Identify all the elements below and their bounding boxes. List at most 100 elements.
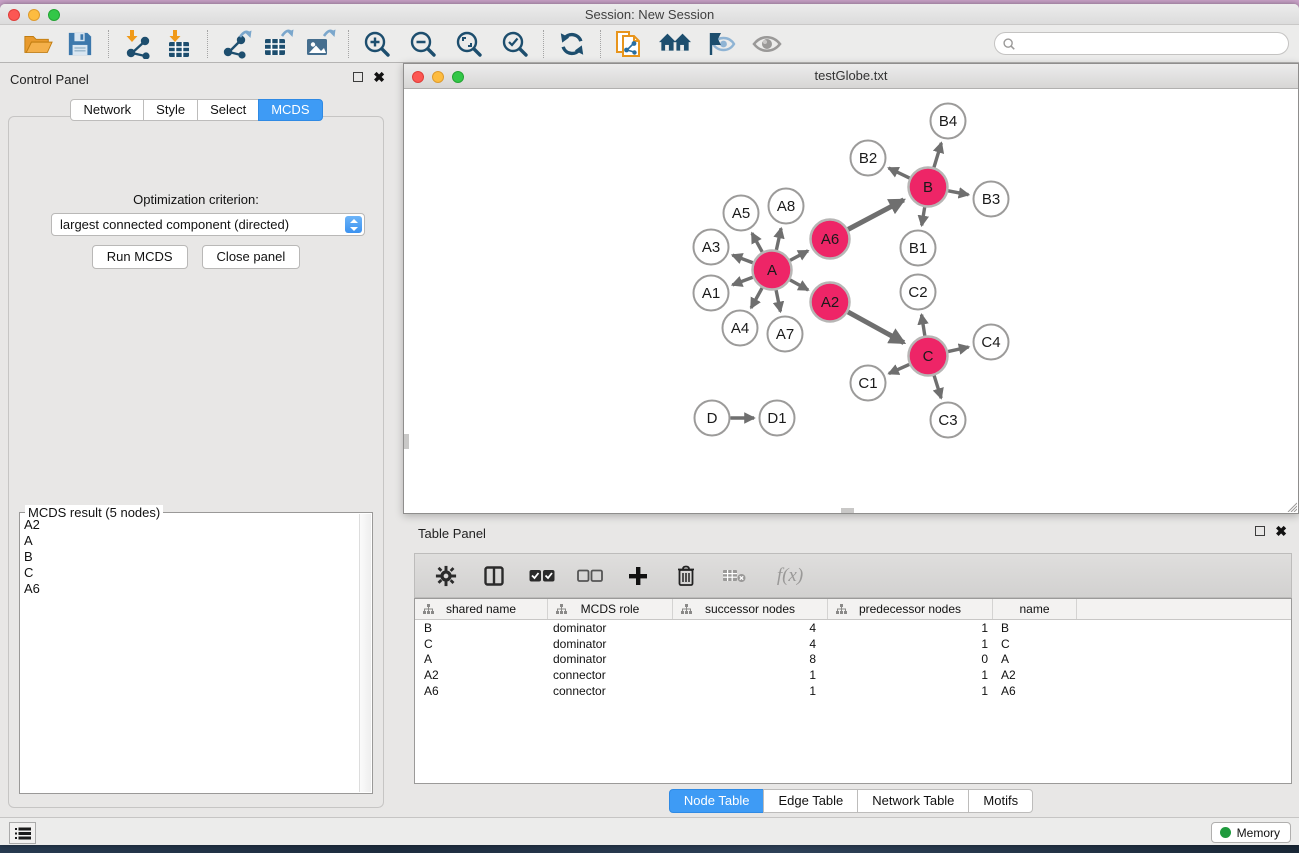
resize-grip-icon[interactable]	[1285, 500, 1297, 512]
cell[interactable]: A	[993, 652, 1077, 666]
cell[interactable]: 1	[828, 637, 993, 651]
table-tab-edge-table[interactable]: Edge Table	[763, 789, 858, 813]
cell[interactable]: B	[993, 621, 1077, 635]
cell[interactable]: dominator	[548, 652, 673, 666]
column-header-successor-nodes[interactable]: successor nodes	[673, 599, 828, 619]
graph-edge-B-B2[interactable]	[889, 168, 910, 178]
graph-node-C1[interactable]: C1	[851, 366, 886, 401]
graph-node-A1[interactable]: A1	[694, 276, 729, 311]
cell[interactable]: A2	[993, 668, 1077, 682]
table-row-c[interactable]: Cdominator41C	[415, 636, 1291, 652]
graph-node-B2[interactable]: B2	[851, 141, 886, 176]
graph-node-B[interactable]: B	[909, 168, 948, 207]
search-field[interactable]	[994, 32, 1289, 55]
zoom-fit-icon[interactable]	[453, 29, 485, 59]
graph-node-A5[interactable]: A5	[724, 196, 759, 231]
graph-edge-C-C1[interactable]	[889, 364, 909, 373]
graph-node-A7[interactable]: A7	[768, 317, 803, 352]
graph-node-A4[interactable]: A4	[723, 311, 758, 346]
hide-selected-icon[interactable]	[705, 29, 737, 59]
graph-node-A6[interactable]: A6	[811, 220, 850, 259]
graph-node-D[interactable]: D	[695, 401, 730, 436]
search-input[interactable]	[1016, 37, 1288, 51]
close-table-panel-icon[interactable]: ✖	[1275, 525, 1287, 537]
graph-edge-A-A5[interactable]	[752, 233, 762, 252]
refresh-icon[interactable]	[556, 29, 588, 59]
column-header-MCDS-role[interactable]: MCDS role	[548, 599, 673, 619]
graph-edge-A-A6[interactable]	[790, 251, 808, 261]
table-row-a[interactable]: Adominator80A	[415, 651, 1291, 667]
graph-edge-A-A7[interactable]	[776, 290, 780, 311]
cell[interactable]: dominator	[548, 621, 673, 635]
cell[interactable]: A6	[993, 684, 1077, 698]
run-mcds-button[interactable]: Run MCDS	[92, 245, 188, 269]
graph-node-D1[interactable]: D1	[760, 401, 795, 436]
column-header-predecessor-nodes[interactable]: predecessor nodes	[828, 599, 993, 619]
cell[interactable]: C	[415, 637, 548, 651]
graph-edge-A-A8[interactable]	[776, 228, 781, 250]
table-row-b[interactable]: Bdominator41B	[415, 620, 1291, 636]
cell[interactable]: C	[993, 637, 1077, 651]
graph-edge-B-B4[interactable]	[934, 143, 941, 167]
zoom-selected-icon[interactable]	[499, 29, 531, 59]
close-panel-icon[interactable]: ✖	[373, 71, 385, 83]
select-columns-icon[interactable]	[481, 561, 507, 591]
graph-edge-C-C3[interactable]	[934, 376, 941, 399]
import-network-icon[interactable]	[121, 29, 153, 59]
result-item-a[interactable]: A	[22, 533, 358, 549]
cell[interactable]: connector	[548, 668, 673, 682]
graph-node-C2[interactable]: C2	[901, 275, 936, 310]
cell[interactable]: 1	[828, 684, 993, 698]
column-header-name[interactable]: name	[993, 599, 1077, 619]
graph-node-A3[interactable]: A3	[694, 230, 729, 265]
graph-edge-A-A3[interactable]	[732, 255, 752, 263]
tab-select[interactable]: Select	[197, 99, 259, 121]
float-panel-icon[interactable]	[353, 72, 363, 82]
cell[interactable]: connector	[548, 684, 673, 698]
table-tab-motifs[interactable]: Motifs	[968, 789, 1033, 813]
network-canvas[interactable]: B4B2BB3A5A8A6A3B1AA1C2A2A4A7C4CC1C3DD1	[404, 90, 1298, 513]
graph-node-A[interactable]: A	[753, 251, 792, 290]
save-session-icon[interactable]	[64, 29, 96, 59]
graph-edge-C-C2[interactable]	[922, 315, 925, 336]
cell[interactable]: dominator	[548, 637, 673, 651]
export-table-icon[interactable]	[262, 29, 294, 59]
cell[interactable]: 1	[673, 684, 828, 698]
graph-edge-B-B3[interactable]	[948, 191, 968, 195]
graph-edge-A6-B[interactable]	[848, 200, 904, 230]
column-header-shared-name[interactable]: shared name	[415, 599, 548, 619]
task-history-button[interactable]	[9, 822, 36, 844]
graph-node-C[interactable]: C	[909, 337, 948, 376]
table-row-a6[interactable]: A6connector11A6	[415, 683, 1291, 699]
result-item-a6[interactable]: A6	[22, 581, 358, 597]
cell[interactable]: 8	[673, 652, 828, 666]
memory-button[interactable]: Memory	[1211, 822, 1291, 843]
float-table-panel-icon[interactable]	[1255, 526, 1265, 536]
double-house-icon[interactable]	[659, 29, 691, 59]
graph-edge-A-A2[interactable]	[790, 280, 808, 290]
function-builder-icon[interactable]: f(x)	[769, 561, 811, 591]
table-tab-node-table[interactable]: Node Table	[669, 789, 765, 813]
deselect-all-icon[interactable]	[577, 561, 603, 591]
select-all-icon[interactable]	[529, 561, 555, 591]
cell[interactable]: 4	[673, 621, 828, 635]
tab-mcds[interactable]: MCDS	[258, 99, 322, 121]
graph-edge-A-A1[interactable]	[732, 277, 752, 285]
add-row-plus-icon[interactable]	[625, 561, 651, 591]
export-network-icon[interactable]	[220, 29, 252, 59]
cell[interactable]: A2	[415, 668, 548, 682]
cell[interactable]: 1	[828, 668, 993, 682]
export-image-icon[interactable]	[304, 29, 336, 59]
close-panel-button[interactable]: Close panel	[202, 245, 301, 269]
open-file-icon[interactable]	[22, 29, 54, 59]
table-row-a2[interactable]: A2connector11A2	[415, 667, 1291, 683]
vertical-scroll-thumb[interactable]	[404, 434, 409, 449]
cell[interactable]: 1	[828, 621, 993, 635]
cell[interactable]: A	[415, 652, 548, 666]
zoom-out-icon[interactable]	[407, 29, 439, 59]
horizontal-scroll-thumb[interactable]	[841, 508, 854, 513]
table-tab-network-table[interactable]: Network Table	[857, 789, 969, 813]
graph-edge-C-C4[interactable]	[948, 347, 969, 352]
delete-trash-icon[interactable]	[673, 561, 699, 591]
delete-table-icon[interactable]	[721, 561, 747, 591]
